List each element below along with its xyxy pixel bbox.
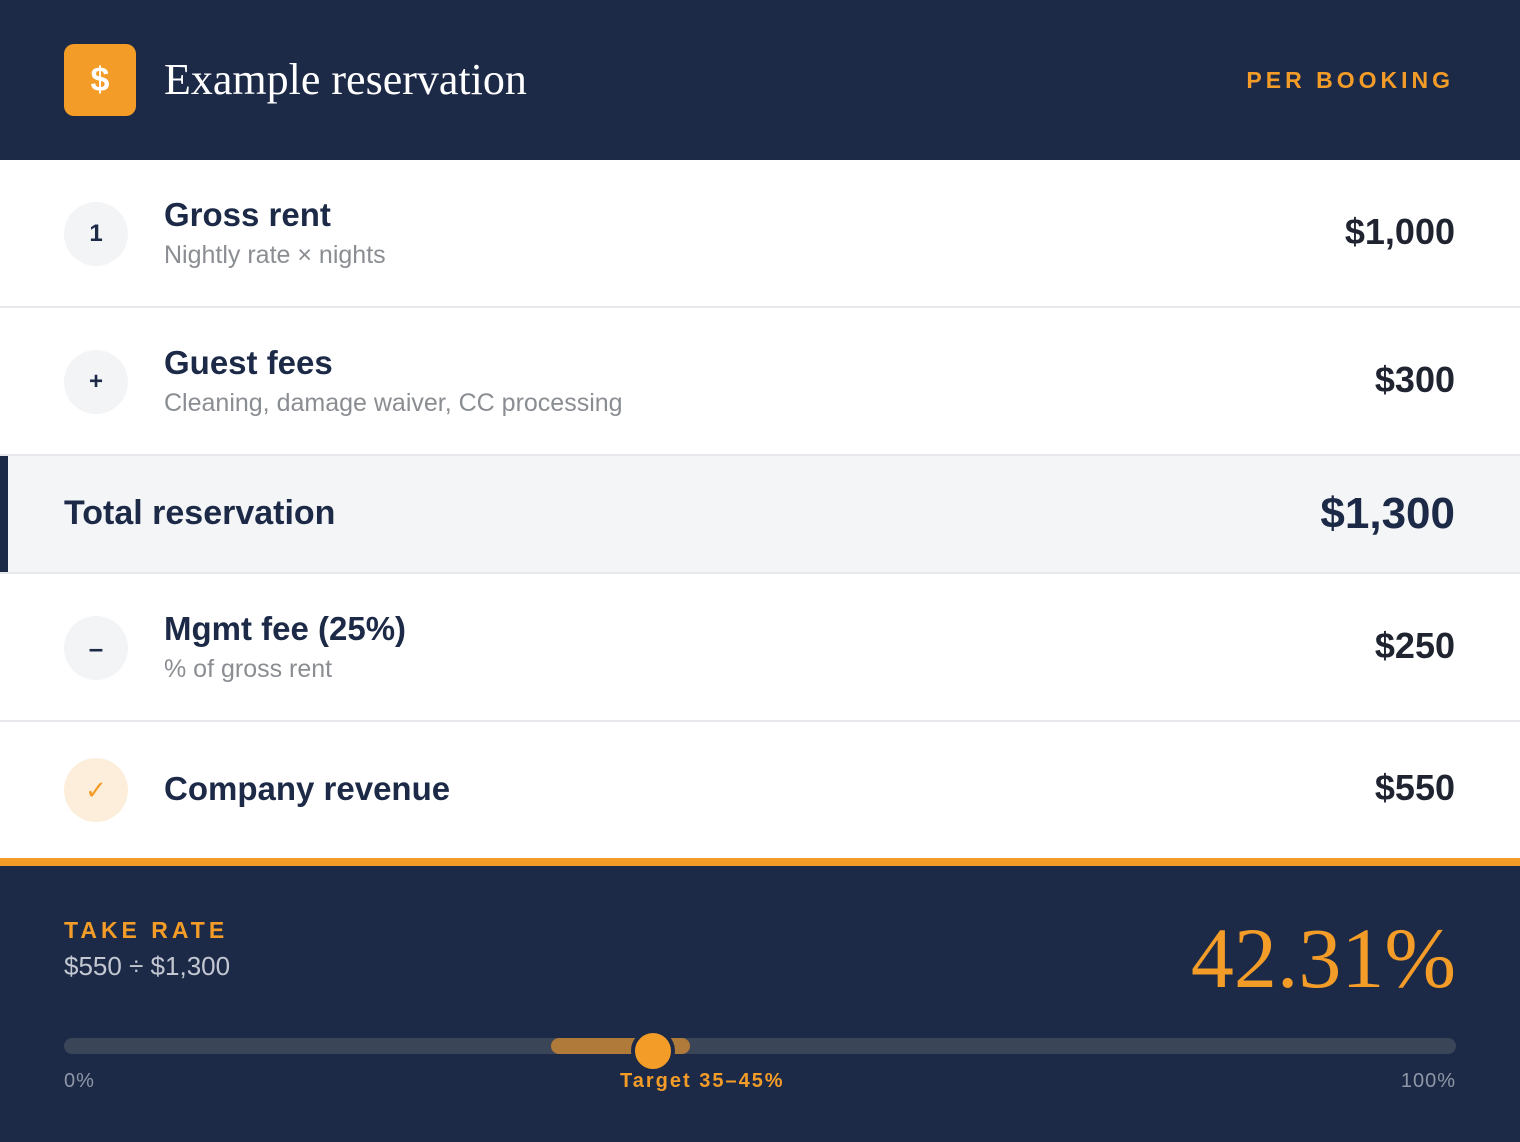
line-item-gross-rent: 1 Gross rent Nightly rate × nights $1,00…: [0, 160, 1520, 308]
line-item-amount: $1,000: [1344, 211, 1455, 252]
page-title: Example reservation: [164, 55, 527, 104]
checkmark-icon: ✓: [64, 758, 128, 822]
minus-icon: –: [64, 616, 128, 680]
line-item-label: Gross rent: [164, 196, 331, 233]
scale-max-label: 100%: [1400, 1070, 1456, 1092]
total-label: Total reservation: [64, 494, 336, 532]
line-item-label: Guest fees: [164, 344, 333, 381]
line-item-amount: $300: [1374, 359, 1455, 400]
line-item-company-revenue: ✓ Company revenue $550: [0, 722, 1520, 858]
line-item-label: Mgmt fee (25%): [164, 610, 407, 647]
total-accent-bar: [0, 456, 8, 572]
line-item-amount: $250: [1374, 625, 1455, 666]
line-item-guest-fees: + Guest fees Cleaning, damage waiver, CC…: [0, 308, 1520, 456]
footer-accent-divider: [0, 858, 1520, 866]
take-rate-label: TAKE RATE: [64, 917, 229, 943]
step-number-badge: 1: [64, 202, 128, 266]
take-rate-value: 42.31%: [1190, 910, 1456, 1006]
total-reservation-row: Total reservation $1,300: [0, 456, 1520, 574]
line-item-description: % of gross rent: [164, 655, 333, 683]
scale-min-label: 0%: [64, 1070, 95, 1092]
line-item-amount: $550: [1374, 767, 1455, 808]
line-item-label: Company revenue: [164, 770, 451, 807]
line-item-description: Nightly rate × nights: [164, 241, 386, 269]
take-rate-gauge-track: [64, 1038, 1456, 1054]
take-rate-marker: [630, 1029, 675, 1073]
per-booking-label: PER BOOKING: [1246, 67, 1454, 93]
line-item-description: Cleaning, damage waiver, CC processing: [164, 389, 623, 417]
dollar-icon: $: [64, 44, 136, 116]
total-amount: $1,300: [1320, 489, 1455, 538]
take-rate-formula: $550 ÷ $1,300: [64, 951, 231, 981]
line-item-mgmt-fee: – Mgmt fee (25%) % of gross rent $250: [0, 574, 1520, 722]
header: $ Example reservation PER BOOKING: [0, 0, 1520, 160]
target-range-label: Target 35–45%: [620, 1070, 785, 1092]
plus-icon: +: [64, 350, 128, 414]
take-rate-panel: TAKE RATE $550 ÷ $1,300 42.31% 0% Target…: [0, 866, 1520, 1142]
